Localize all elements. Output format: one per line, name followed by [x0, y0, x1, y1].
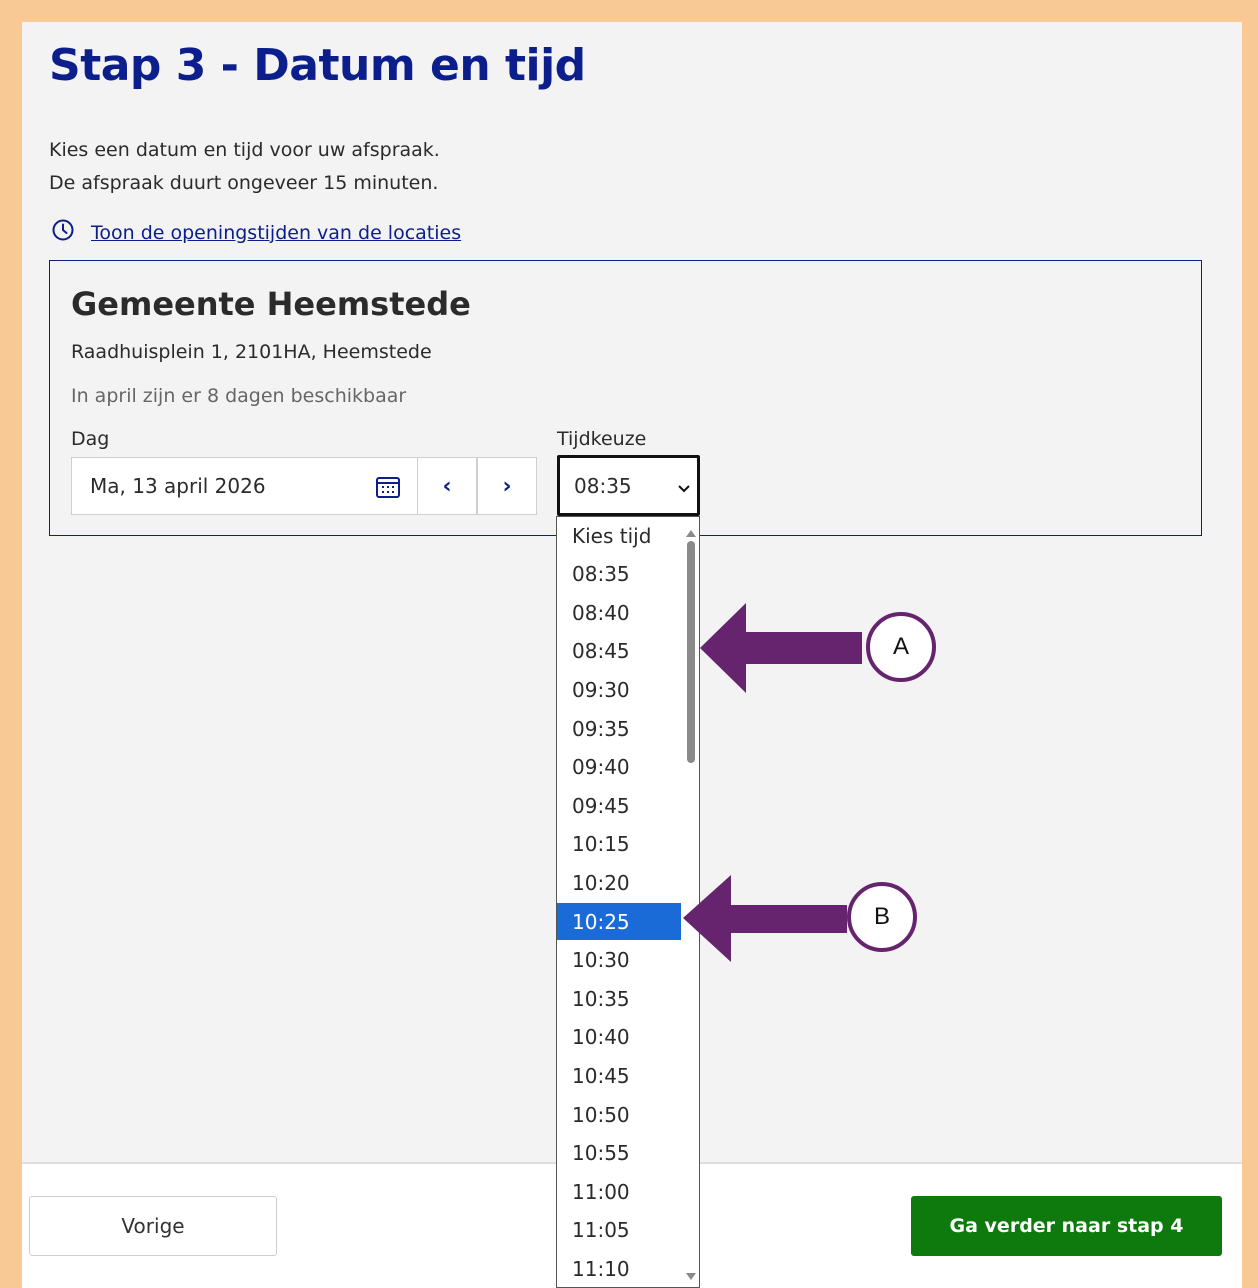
scroll-up-arrow-icon[interactable]	[686, 522, 696, 541]
chevron-left-icon: ‹	[442, 473, 452, 499]
continue-button[interactable]: Ga verder naar stap 4	[911, 1196, 1222, 1256]
time-option[interactable]: 10:45	[557, 1057, 681, 1094]
duration-text: De afspraak duurt ongeveer 15 minuten.	[49, 172, 439, 194]
previous-day-button[interactable]: ‹	[417, 457, 477, 515]
availability-text: In april zijn er 8 dagen beschikbaar	[71, 385, 407, 407]
opening-hours-link[interactable]: Toon de openingstijden van de locaties	[51, 218, 461, 247]
time-option[interactable]: 10:35	[557, 980, 681, 1017]
time-option[interactable]: 10:55	[557, 1135, 681, 1172]
time-option[interactable]: 10:25	[557, 903, 681, 940]
scroll-thumb[interactable]	[687, 541, 695, 763]
page-title: Stap 3 - Datum en tijd	[49, 40, 586, 91]
time-option[interactable]: 09:45	[557, 787, 681, 824]
time-option[interactable]: 09:30	[557, 671, 681, 708]
clock-icon	[51, 218, 75, 247]
opening-hours-link-label[interactable]: Toon de openingstijden van de locaties	[91, 222, 461, 244]
location-address: Raadhuisplein 1, 2101HA, Heemstede	[71, 341, 432, 363]
day-label: Dag	[71, 428, 110, 450]
next-day-button[interactable]: ›	[477, 457, 537, 515]
time-option[interactable]: Kies tijd	[557, 517, 681, 554]
callout-a: A	[866, 612, 936, 682]
time-option[interactable]: 10:20	[557, 864, 681, 901]
callout-b: B	[847, 882, 917, 952]
intro-text: Kies een datum en tijd voor uw afspraak.	[49, 139, 440, 161]
time-option[interactable]: 09:35	[557, 710, 681, 747]
time-option[interactable]: 08:40	[557, 594, 681, 631]
previous-button[interactable]: Vorige	[29, 1196, 277, 1256]
scroll-down-arrow-icon[interactable]	[686, 1266, 696, 1285]
location-name: Gemeente Heemstede	[71, 285, 471, 323]
time-select[interactable]: 08:35	[557, 455, 700, 516]
calendar-icon[interactable]	[375, 475, 401, 504]
time-option[interactable]: 11:00	[557, 1173, 681, 1210]
time-select-value: 08:35	[574, 473, 632, 498]
time-option[interactable]: 10:15	[557, 826, 681, 863]
date-value: Ma, 13 april 2026	[90, 474, 266, 498]
time-option[interactable]: 11:10	[557, 1250, 681, 1287]
date-input[interactable]: Ma, 13 april 2026	[71, 457, 418, 515]
location-card: Gemeente Heemstede Raadhuisplein 1, 2101…	[49, 260, 1202, 536]
chevron-down-icon	[677, 476, 691, 500]
time-dropdown-list[interactable]: Kies tijd 08:35 08:40 08:45 09:30 09:35 09:40 0…	[556, 516, 700, 1288]
time-label: Tijdkeuze	[557, 428, 647, 450]
scrollbar[interactable]	[681, 517, 699, 1287]
time-option[interactable]: 10:40	[557, 1019, 681, 1056]
chevron-right-icon: ›	[502, 473, 512, 499]
time-option[interactable]: 11:05	[557, 1212, 681, 1249]
time-option[interactable]: 10:30	[557, 942, 681, 979]
time-option[interactable]: 08:35	[557, 556, 681, 593]
time-option[interactable]: 09:40	[557, 749, 681, 786]
time-option[interactable]: 10:50	[557, 1096, 681, 1133]
time-option[interactable]: 08:45	[557, 633, 681, 670]
